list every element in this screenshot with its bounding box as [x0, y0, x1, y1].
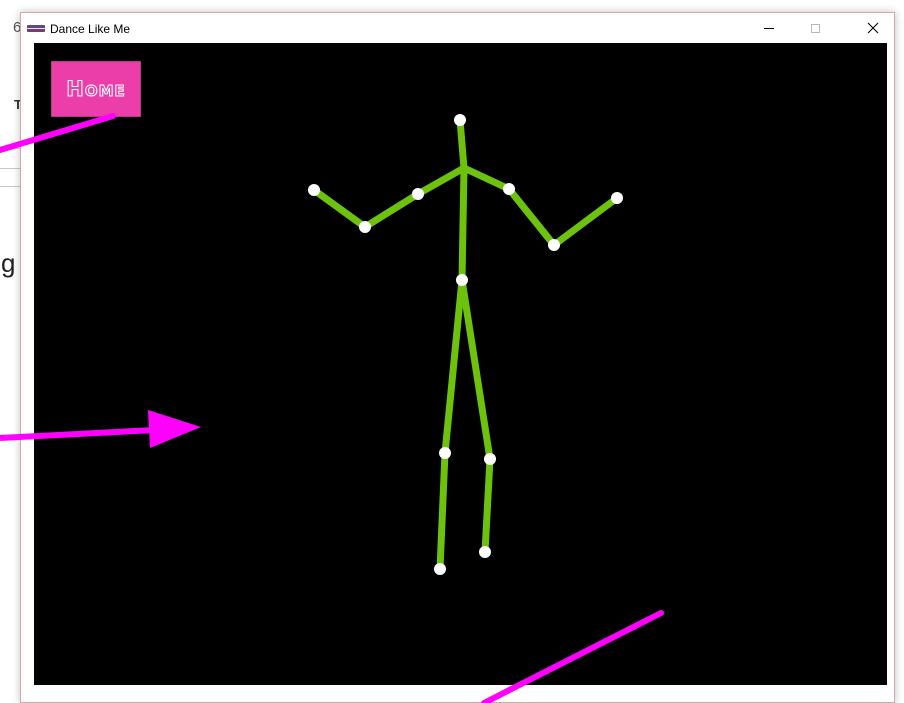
maximize-button[interactable]: [792, 13, 838, 43]
left-elbow-joint: [412, 188, 424, 200]
right-shin-bone: [481, 455, 494, 556]
head-joint: [454, 114, 466, 126]
close-button[interactable]: [850, 13, 896, 43]
right-elbow-joint: [503, 183, 515, 195]
window-title: Dance Like Me: [50, 22, 131, 36]
left-foot-joint: [434, 563, 446, 575]
spine-bone: [458, 164, 468, 284]
left-shoulder-bone: [414, 164, 468, 198]
right-wrist-joint: [548, 239, 560, 251]
title-bar[interactable]: Dance Like Me: [21, 13, 894, 43]
background-char: g: [1, 248, 16, 278]
left-upper-arm-bone: [361, 190, 422, 231]
right-hand-joint: [611, 192, 623, 204]
left-thigh-bone: [441, 276, 466, 457]
hip-joint: [456, 274, 468, 286]
right-foot-joint: [479, 546, 491, 558]
left-forearm-bone: [310, 186, 369, 231]
skeleton-figure: [308, 114, 623, 575]
neck-bone: [456, 116, 468, 172]
left-wrist-joint: [359, 221, 371, 233]
right-thigh-bone: [458, 276, 494, 463]
minimize-icon: [764, 27, 774, 29]
app-window: Dance Like Me Home: [20, 12, 895, 703]
close-icon: [867, 22, 879, 34]
right-upper-arm-bone: [505, 185, 558, 249]
background-divider: [0, 148, 22, 149]
left-hand-joint: [308, 184, 320, 196]
left-shin-bone: [436, 449, 449, 573]
dance-canvas[interactable]: Home: [34, 43, 887, 685]
right-shoulder-bone: [460, 164, 513, 193]
background-divider: [0, 186, 22, 187]
right-forearm-bone: [550, 194, 621, 249]
maximize-icon: [810, 23, 820, 33]
app-icon: [27, 25, 45, 32]
left-knee-joint: [439, 447, 451, 459]
background-divider: [0, 168, 22, 169]
right-knee-joint: [484, 453, 496, 465]
minimize-button[interactable]: [746, 13, 792, 43]
